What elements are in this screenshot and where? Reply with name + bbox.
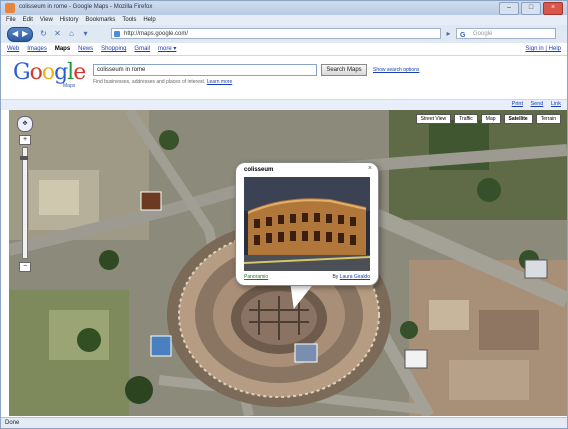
send-link[interactable]: Send (531, 101, 544, 107)
search-placeholder: Google (473, 31, 493, 37)
gbar-maps: Maps (54, 46, 71, 52)
url-field[interactable]: http://maps.google.com/ (111, 28, 441, 39)
gbar-more[interactable]: more ▾ (158, 43, 176, 55)
back-button[interactable]: ◀ ▶ (7, 27, 33, 42)
info-window-title: colisseum (244, 167, 274, 173)
pan-control-icon[interactable]: ✥ (17, 116, 33, 132)
maximize-button[interactable]: □ (521, 2, 541, 15)
close-button[interactable]: × (543, 2, 563, 15)
zoom-slider[interactable] (20, 147, 28, 259)
history-dropdown-icon[interactable]: ▾ (81, 29, 90, 38)
menu-edit[interactable]: Edit (23, 15, 33, 25)
search-maps-button[interactable]: Search Maps (321, 64, 367, 76)
google-search-engine-icon: G (460, 32, 466, 39)
gbar-web[interactable]: Web (7, 43, 19, 55)
panoramio-link[interactable]: Panoramio (244, 274, 268, 280)
print-link[interactable]: Print (512, 101, 523, 107)
minimize-button[interactable]: – (499, 2, 519, 15)
zoom-out-button[interactable]: − (19, 262, 31, 272)
info-window: colisseum × Panoramio By Laura Giraldo (235, 162, 379, 286)
map-button[interactable]: Map (480, 114, 501, 124)
search-hint: Find businesses, addresses and places of… (93, 79, 233, 85)
menu-tools[interactable]: Tools (122, 15, 136, 25)
title-bar: colisseum in rome - Google Maps - Mozill… (1, 1, 567, 15)
menu-file[interactable]: File (6, 15, 16, 25)
info-window-close-icon[interactable]: × (368, 165, 372, 172)
link-link[interactable]: Link (551, 101, 561, 107)
menu-view[interactable]: View (40, 15, 53, 25)
browser-window: colisseum in rome - Google Maps - Mozill… (0, 0, 568, 429)
page-content: Web Images Maps News Shopping Gmail more… (1, 43, 567, 423)
gbar-images[interactable]: Images (27, 43, 47, 55)
menu-bar: File Edit View History Bookmarks Tools H… (1, 15, 567, 25)
traffic-button[interactable]: Traffic (454, 114, 478, 124)
window-title: colisseum in rome - Google Maps - Mozill… (19, 4, 153, 10)
terrain-button[interactable]: Terrain (535, 114, 561, 124)
firefox-icon (5, 3, 15, 13)
learn-more-link[interactable]: Learn more (207, 79, 233, 85)
colosseum-photo[interactable] (244, 177, 370, 271)
satellite-map[interactable]: ✥ + − Street View Traffic Map Satellite … (9, 110, 567, 416)
site-favicon-icon (114, 31, 120, 37)
menu-help[interactable]: Help (143, 15, 155, 25)
photo-author: By Laura Giraldo (332, 274, 370, 280)
google-logo[interactable]: Google (13, 60, 86, 85)
gbar-gmail[interactable]: Gmail (134, 43, 150, 55)
google-bar: Web Images Maps News Shopping Gmail more… (1, 43, 567, 56)
zoom-slider-thumb[interactable] (20, 156, 28, 160)
search-field[interactable]: G Google (456, 28, 556, 39)
go-icon[interactable]: ▸ (444, 29, 453, 38)
show-search-options-link[interactable]: Show search options (373, 67, 419, 73)
zoom-control: ✥ + − (17, 116, 33, 272)
gbar-shopping[interactable]: Shopping (101, 43, 126, 55)
status-bar: Done (1, 417, 567, 428)
map-link-bar: Print Send Link (1, 99, 567, 110)
url-text: http://maps.google.com/ (124, 31, 189, 37)
menu-history[interactable]: History (60, 15, 79, 25)
maps-search-input[interactable]: colisseum in rome (93, 64, 317, 76)
author-link[interactable]: Laura Giraldo (340, 274, 370, 280)
menu-bookmarks[interactable]: Bookmarks (85, 15, 115, 25)
navigation-toolbar: ◀ ▶ ↻ ✕ ⌂ ▾ http://maps.google.com/ ▸ G G… (1, 25, 567, 43)
stop-icon[interactable]: ✕ (53, 29, 62, 38)
satellite-button[interactable]: Satellite (503, 114, 533, 124)
home-icon[interactable]: ⌂ (67, 29, 76, 38)
zoom-in-button[interactable]: + (19, 135, 31, 145)
map-type-buttons: Street View Traffic Map Satellite Terrai… (415, 114, 561, 124)
gbar-signin-help[interactable]: Sign in | Help (525, 43, 561, 55)
reload-icon[interactable]: ↻ (39, 29, 48, 38)
street-view-button[interactable]: Street View (415, 114, 452, 124)
logo-maps-label: Maps (63, 83, 76, 89)
gbar-news[interactable]: News (78, 43, 93, 55)
